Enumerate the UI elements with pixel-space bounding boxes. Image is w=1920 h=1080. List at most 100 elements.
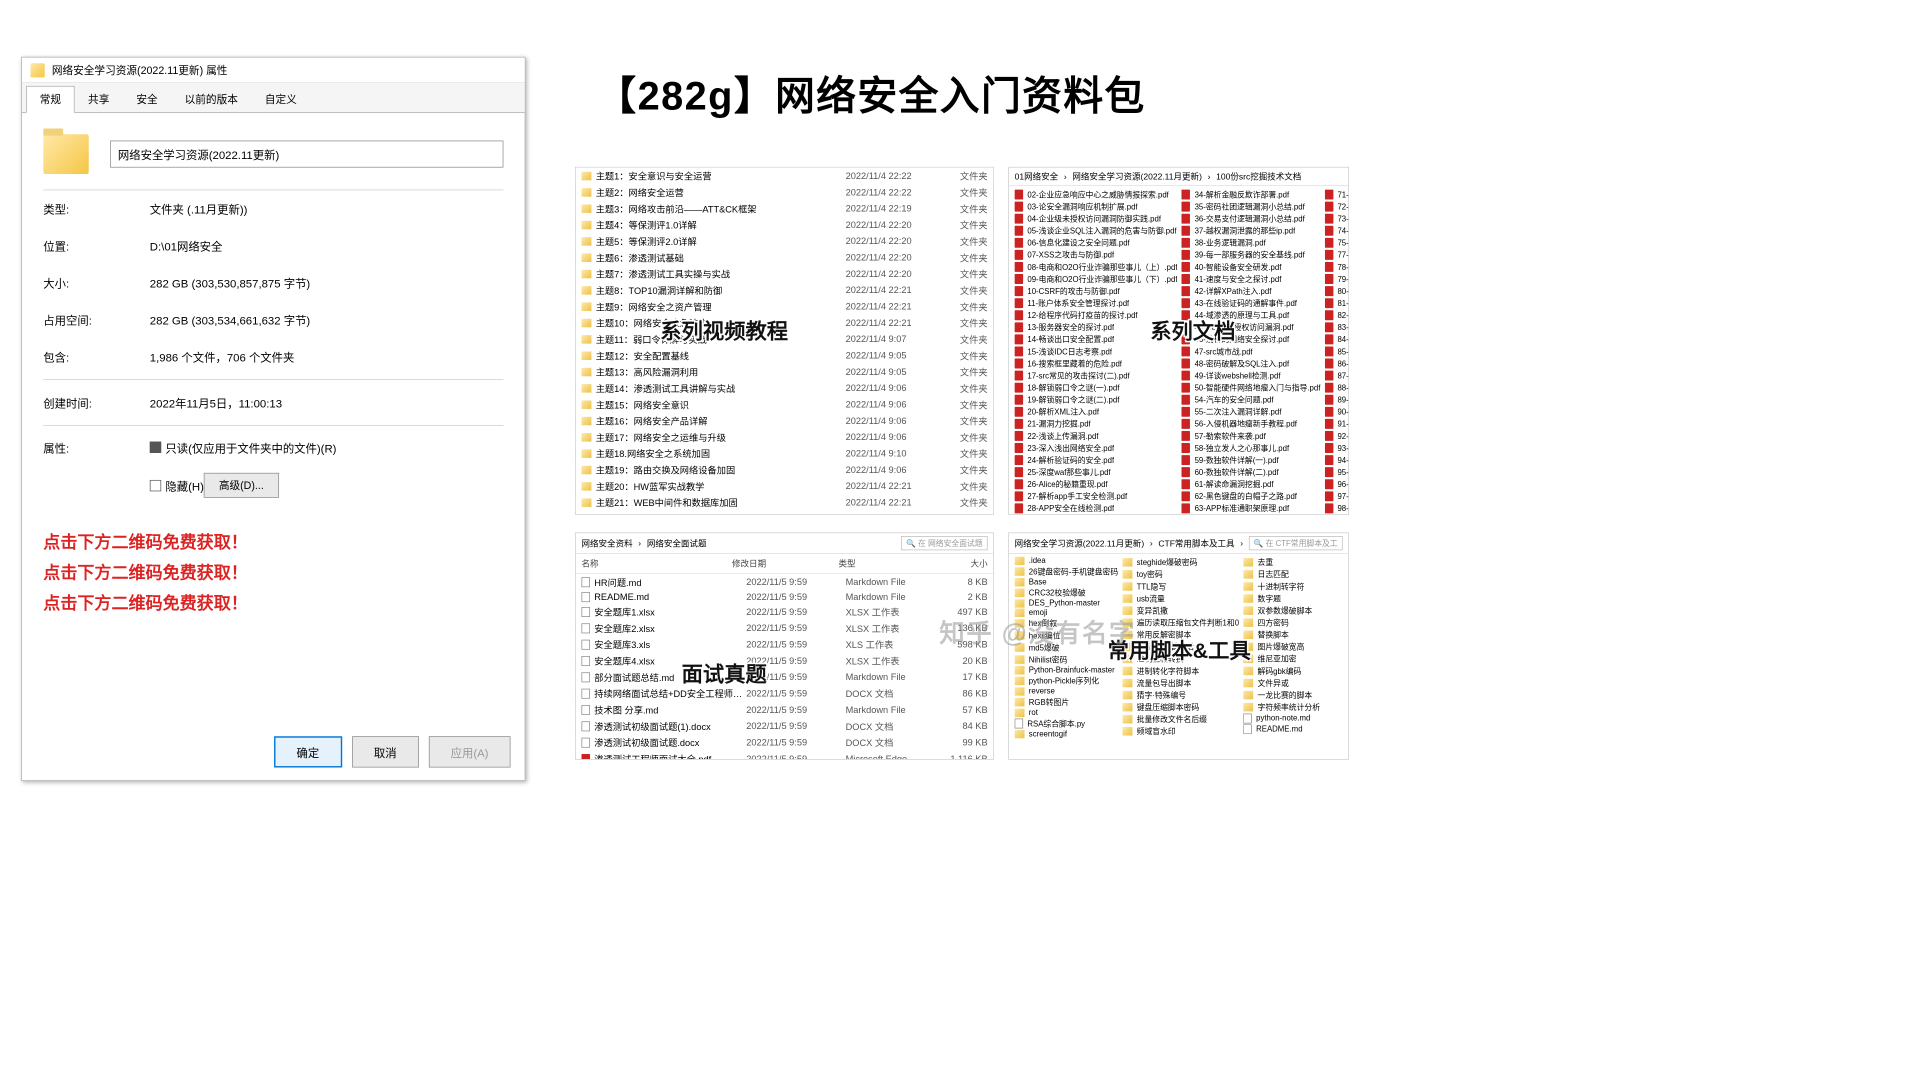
list-item[interactable]: 38-业务逻辑漏洞.pdf [1182, 237, 1321, 248]
list-item[interactable]: 74-NFC支付安全.pdf [1325, 225, 1349, 236]
list-item[interactable]: 27-解析app手工安全检测.pdf [1015, 491, 1178, 502]
list-item[interactable]: 主题21：WEB中间件和数据库加固2022/11/4 22:21文件夹 [576, 494, 993, 510]
list-item[interactable]: usb流量 [1122, 593, 1239, 604]
advanced-button[interactable]: 高级(D)... [204, 473, 279, 498]
list-item[interactable]: 主题4：等保测评1.0详解2022/11/4 22:20文件夹 [576, 217, 993, 233]
list-item[interactable]: 日志匹配 [1243, 569, 1342, 580]
list-item[interactable]: 39-每一部服务器的安全基线.pdf [1182, 249, 1321, 260]
table-row[interactable]: 安全题库4.xlsx2022/11/5 9:59XLSX 工作表20 KB [576, 652, 993, 668]
list-item[interactable]: 94-web漏洞之权限漏洞挖掘.pdf [1325, 454, 1349, 465]
list-item[interactable]: README.md [1243, 724, 1342, 734]
list-item[interactable]: 键盘压缩脚本密码 [1122, 701, 1239, 712]
list-item[interactable]: TTL隐写 [1122, 581, 1239, 592]
list-item[interactable]: 34-解析金融反欺诈部署.pdf [1182, 189, 1321, 200]
list-item[interactable]: 59-数独软件详解(一).pdf [1182, 454, 1321, 465]
list-item[interactable]: Python-Brainfuck-master [1015, 666, 1119, 675]
table-row[interactable]: 安全题库1.xlsx2022/11/5 9:59XLSX 工作表497 KB [576, 604, 993, 620]
breadcrumb[interactable]: 01网络安全›网络安全学习资源(2022.11月更新)›100份src挖掘技术文… [1009, 168, 1348, 186]
list-item[interactable]: .idea [1015, 557, 1119, 566]
list-item[interactable]: 猜字·特殊编号 [1122, 689, 1239, 700]
list-item[interactable]: RSA综合脚本.py [1015, 718, 1119, 729]
list-item[interactable]: 83-高危风险之安全.pdf [1325, 322, 1349, 333]
list-item[interactable]: 84-APT攻击与恶意.pdf [1325, 334, 1349, 345]
list-item[interactable]: 63-APP标准通职架原理.pdf [1182, 503, 1321, 514]
list-item[interactable]: Nihilist密码 [1015, 654, 1119, 665]
list-item[interactable]: python-Pickle序列化 [1015, 675, 1119, 686]
list-item[interactable]: 97-web漏洞挖掘之安全逻辑漏洞.pdf [1325, 491, 1349, 502]
list-item[interactable]: 主题7：渗透测试工具实操与实战2022/11/4 22:20文件夹 [576, 266, 993, 282]
list-item[interactable]: 数字题 [1243, 593, 1342, 604]
ok-button[interactable]: 确定 [274, 736, 342, 767]
list-item[interactable]: 08-电商和O2O行业诈骗那些事儿（上）.pdf [1015, 261, 1178, 272]
list-item[interactable]: 86-重新认识报送SQL注入.pdf [1325, 358, 1349, 369]
list-item[interactable]: screentogif [1015, 730, 1119, 739]
list-item[interactable]: 49-详谈webshell检测.pdf [1182, 370, 1321, 381]
list-item[interactable]: 92-web漏洞之修复.pdf [1325, 430, 1349, 441]
list-item[interactable]: 批量修改文件名后缀 [1122, 714, 1239, 725]
list-item[interactable]: 解码gbk编码 [1243, 665, 1342, 676]
list-item[interactable]: 15-浅谈IDC日志考察.pdf [1015, 346, 1178, 357]
list-item[interactable]: 频域盲水印 [1122, 726, 1239, 737]
readonly-checkbox[interactable] [150, 442, 161, 453]
list-item[interactable]: 主题14：渗透测试工具讲解与实战2022/11/4 9:06文件夹 [576, 380, 993, 396]
search-input[interactable]: 🔍 在 网络安全面试题 [901, 536, 987, 550]
dialog-title-bar[interactable]: 网络安全学习资源(2022.11更新) 属性 [22, 58, 525, 84]
list-item[interactable]: 50-智能硬件网络地瘤入门与指导.pdf [1182, 382, 1321, 393]
list-item[interactable]: 主题6：渗透测试基础2022/11/4 22:20文件夹 [576, 249, 993, 265]
table-row[interactable]: README.md2022/11/5 9:59Markdown File2 KB [576, 590, 993, 603]
list-item[interactable]: 03-论安全漏洞响应机制扩展.pdf [1015, 201, 1178, 212]
list-item[interactable]: 16-搜索框里藏着的危险.pdf [1015, 358, 1178, 369]
list-item[interactable]: 77-智能设备的那些事儿.pdf [1325, 249, 1349, 260]
table-row[interactable]: 安全题库3.xls2022/11/5 9:59XLS 工作表598 KB [576, 636, 993, 652]
list-item[interactable]: 58-独立发人之心那事儿.pdf [1182, 442, 1321, 453]
list-item[interactable]: 10-CSRF的攻击与防御.pdf [1015, 285, 1178, 296]
list-item[interactable]: 91-web漏洞之数据库漏洞挖掘.pdf [1325, 418, 1349, 429]
list-item[interactable]: 变异凯撒 [1122, 605, 1239, 616]
list-item[interactable]: 11-账户体系安全管理探讨.pdf [1015, 297, 1178, 308]
list-item[interactable]: 57-勒索软件来袭.pdf [1182, 430, 1321, 441]
list-item[interactable]: 98-mrnark的白帽子之路.pdf [1325, 503, 1349, 514]
table-row[interactable]: 技术图 分享.md2022/11/5 9:59Markdown File57 K… [576, 701, 993, 717]
list-item[interactable]: 02-企业应急响应中心之威胁情报探索.pdf [1015, 189, 1178, 200]
list-item[interactable]: 22-浅谈上传漏洞.pdf [1015, 430, 1178, 441]
list-item[interactable]: 维尼亚加密 [1243, 653, 1342, 664]
list-item[interactable]: rot [1015, 709, 1119, 718]
list-item[interactable]: 19-解锁弱口令之谜(二).pdf [1015, 394, 1178, 405]
list-item[interactable]: 25-深度waf那些事儿.pdf [1015, 466, 1178, 477]
list-item[interactable]: 47-src城市战.pdf [1182, 346, 1321, 357]
list-item[interactable]: 42-详解XPath注入.pdf [1182, 285, 1321, 296]
list-item[interactable]: steghide爆破密码 [1122, 557, 1239, 568]
list-item[interactable]: 40-智能设备安全研发.pdf [1182, 261, 1321, 272]
list-item[interactable]: 36-交易支付逻辑漏洞小总结.pdf [1182, 213, 1321, 224]
list-item[interactable]: 54-汽车的安全问题.pdf [1182, 394, 1321, 405]
list-item[interactable]: DES_Python-master [1015, 599, 1119, 608]
list-item[interactable]: 41-速度与安全之探讨.pdf [1182, 273, 1321, 284]
list-item[interactable]: RGB转图片 [1015, 697, 1119, 708]
list-item[interactable]: reverse [1015, 687, 1119, 696]
list-item[interactable]: 图片爆破宽高 [1243, 641, 1342, 652]
list-item[interactable]: 62-黑色键盘的白帽子之路.pdf [1182, 491, 1321, 502]
table-row[interactable]: 渗透测试工程师面试大全.pdf2022/11/5 9:59Microsoft E… [576, 750, 993, 759]
list-item[interactable]: 79-账号摸底.pdf [1325, 273, 1349, 284]
list-item[interactable]: 85-web安全溯源.pdf [1325, 346, 1349, 357]
list-item[interactable]: 主题15：网络安全意识2022/11/4 9:06文件夹 [576, 396, 993, 412]
list-item[interactable]: 09-电商和O2O行业诈骗那些事儿（下）.pdf [1015, 273, 1178, 284]
tab-custom[interactable]: 自定义 [251, 86, 310, 112]
list-item[interactable]: 07-XSS之攻击与防御.pdf [1015, 249, 1178, 260]
list-item[interactable]: 流量包导出脚本 [1122, 677, 1239, 688]
list-item[interactable]: 进制转化字符脚本 [1122, 665, 1239, 676]
column-headers[interactable]: 名称 修改日期 类型 大小 [576, 554, 993, 574]
list-item[interactable]: 90-番外人的白帽子记.pdf [1325, 406, 1349, 417]
list-item[interactable]: 95-web漏洞之XSS漏洞挖掘.pdf [1325, 466, 1349, 477]
list-item[interactable]: 60-数独软件详解(二).pdf [1182, 466, 1321, 477]
list-item[interactable]: 26键盘密码-手机键盘密码 [1015, 566, 1119, 577]
list-item[interactable]: 去重 [1243, 557, 1342, 568]
tab-general[interactable]: 常规 [26, 86, 74, 113]
list-item[interactable]: 89-web漏洞之逻辑漏洞挖掘.pdf [1325, 394, 1349, 405]
table-row[interactable]: 安全题库2.xlsx2022/11/5 9:59XLSX 工作表136 KB [576, 620, 993, 636]
table-row[interactable]: 渗透测试初级面试题(1).docx2022/11/5 9:59DOCX 文档84… [576, 718, 993, 734]
list-item[interactable]: 主题16：网络安全产品详解2022/11/4 9:06文件夹 [576, 413, 993, 429]
list-item[interactable]: 23-深入浅出网络安全.pdf [1015, 442, 1178, 453]
list-item[interactable]: 17-src常见的攻击探讨(二).pdf [1015, 370, 1178, 381]
list-item[interactable]: 18-解锁弱口令之谜(一).pdf [1015, 382, 1178, 393]
